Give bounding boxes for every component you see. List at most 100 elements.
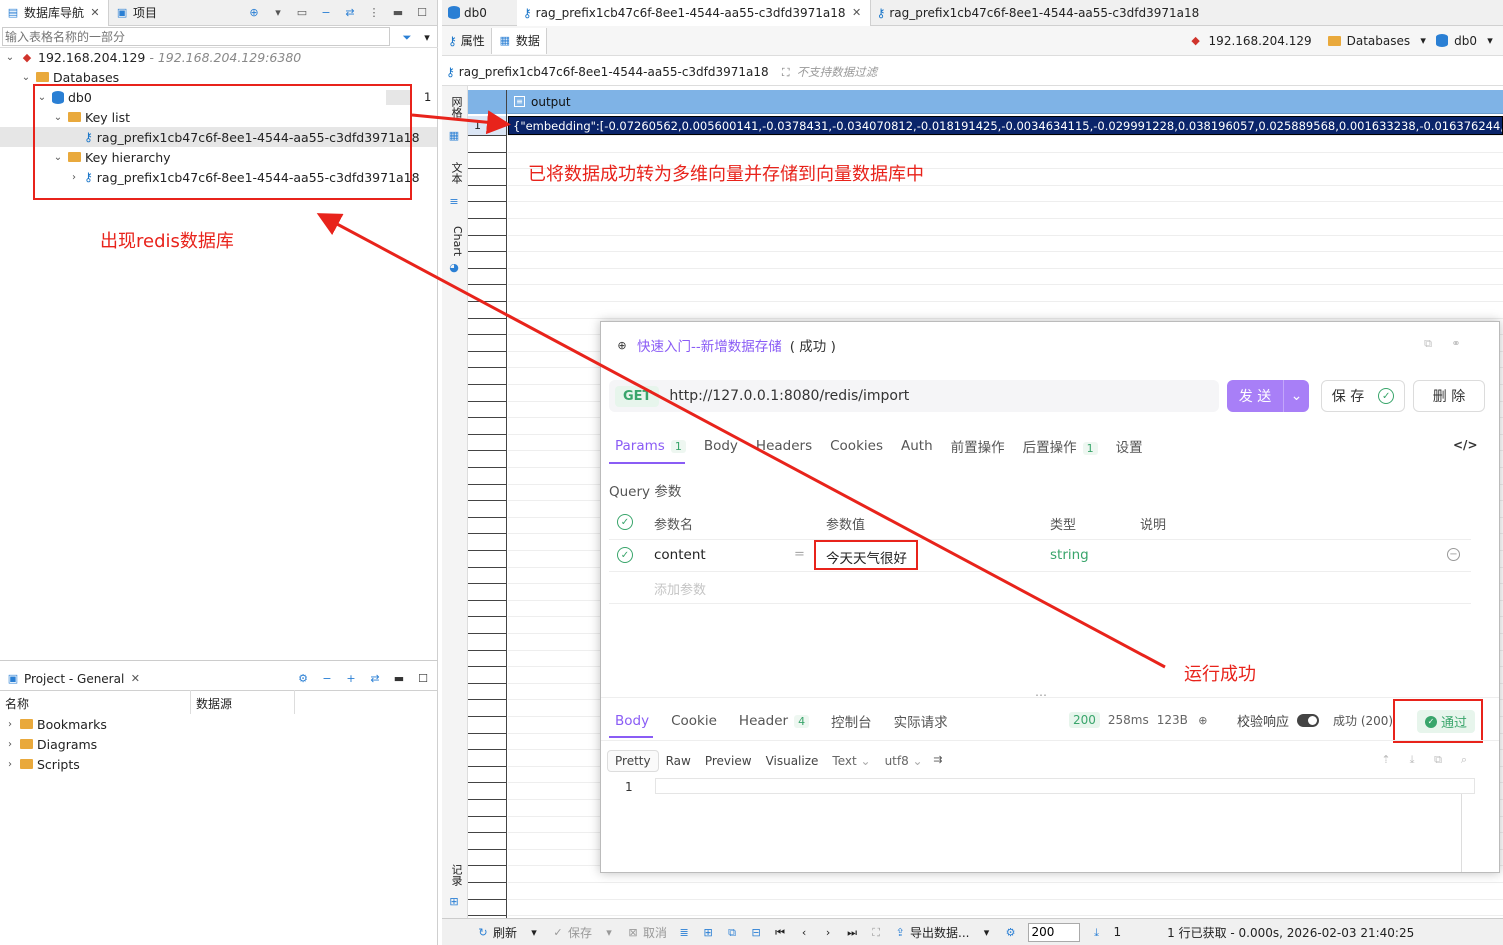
request-tab-3[interactable]: Cookies — [830, 438, 883, 454]
row-number[interactable]: 1 — [468, 116, 508, 135]
dropdown-icon[interactable]: ▾ — [980, 925, 994, 939]
validate-toggle[interactable] — [1297, 714, 1320, 727]
edit-row-icon[interactable]: ≣ — [677, 925, 691, 939]
chevron-down-icon[interactable]: ⌄ — [4, 52, 16, 63]
link-icon[interactable]: ⇄ — [343, 6, 357, 20]
project-item-bookmarks[interactable]: › Bookmarks — [4, 714, 107, 734]
response-tab-3[interactable]: 控制台 — [831, 711, 872, 731]
format-tab-5[interactable]: utf8 ⌄ — [878, 751, 930, 771]
format-tab-1[interactable]: Raw — [659, 751, 698, 771]
format-tab-0[interactable]: Pretty — [607, 750, 659, 772]
request-tab-5[interactable]: 前置操作 — [951, 436, 1005, 456]
request-tab-0[interactable]: Params 1 — [615, 438, 686, 454]
delete-button[interactable]: 删 除 — [1413, 380, 1485, 412]
maximize-icon[interactable]: ☐ — [415, 6, 429, 20]
request-tab-1[interactable]: Body — [704, 438, 738, 454]
save-button[interactable]: ✓ 保存 — [551, 924, 592, 941]
export-data-button[interactable]: ⇪ 导出数据... — [893, 924, 969, 941]
remove-param-icon[interactable]: − — [1447, 548, 1460, 561]
upload-icon[interactable]: ⇡ — [1379, 752, 1393, 766]
side-tab-grid[interactable]: 网格 — [446, 96, 464, 118]
search-icon[interactable]: ⌕ — [1457, 752, 1471, 766]
tab-project[interactable]: ▣ 项目 — [109, 0, 163, 26]
gear-icon[interactable]: ⚙ — [1004, 925, 1018, 939]
copy-icon[interactable]: ⧉ — [1431, 752, 1445, 766]
subtab-data[interactable]: ▦ 数据 — [490, 27, 547, 54]
url-input[interactable] — [669, 388, 1190, 404]
project-item-scripts[interactable]: › Scripts — [4, 754, 80, 774]
chevron-down-icon[interactable]: ⌄ — [1283, 380, 1309, 412]
tab-key-2[interactable]: ⚷ rag_prefix1cb47c6f-8ee1-4544-aa55-c3df… — [871, 0, 1206, 26]
first-page-icon[interactable]: ⏮ — [773, 925, 787, 939]
chevron-right-icon[interactable]: › — [4, 719, 16, 730]
new-connection-icon[interactable]: ⊕ — [247, 6, 261, 20]
prev-page-icon[interactable]: ‹ — [797, 925, 811, 939]
link-icon[interactable]: ⇄ — [368, 671, 382, 685]
request-tab-4[interactable]: Auth — [901, 438, 933, 454]
response-tab-2[interactable]: Header 4 — [739, 713, 810, 729]
globe-icon[interactable]: ⊕ — [1196, 713, 1210, 727]
menu-dots-icon[interactable]: ⋮ — [367, 6, 381, 20]
dropdown-icon[interactable]: ▾ — [602, 925, 616, 939]
dropdown-icon[interactable]: ▾ — [1483, 34, 1497, 48]
tab-db0[interactable]: db0 — [442, 0, 493, 26]
add-row-icon[interactable]: ⊞ — [701, 925, 715, 939]
chevron-right-icon[interactable]: › — [4, 759, 16, 770]
window-icon[interactable]: ▭ — [295, 6, 309, 20]
download-icon[interactable]: ⤓ — [1405, 752, 1419, 766]
tab-database-navigator[interactable]: ▤ 数据库导航 ✕ — [0, 0, 110, 26]
project-item-diagrams[interactable]: › Diagrams — [4, 734, 97, 754]
grid-cell-output[interactable]: {"embedding":[-0.07260562,0.005600141,-0… — [508, 116, 1503, 135]
next-page-icon[interactable]: › — [821, 925, 835, 939]
last-page-icon[interactable]: ⏭ — [845, 925, 859, 939]
share-icon[interactable]: ⚭ — [1449, 336, 1463, 350]
fetch-all-icon[interactable]: ⛶ — [869, 925, 883, 939]
request-tab-2[interactable]: Headers — [756, 438, 812, 454]
gear-icon[interactable]: ⚙ — [296, 671, 310, 685]
response-body-editor[interactable] — [655, 778, 1475, 794]
request-tab-6[interactable]: 后置操作 1 — [1023, 436, 1098, 456]
request-tab-7[interactable]: 设置 — [1116, 436, 1143, 456]
refresh-button[interactable]: ↻ 刷新 — [476, 924, 517, 941]
code-icon[interactable]: </> — [1453, 438, 1478, 452]
response-tab-4[interactable]: 实际请求 — [894, 711, 948, 731]
response-tab-0[interactable]: Body — [615, 713, 649, 729]
add-icon[interactable]: + — [344, 671, 358, 685]
close-icon[interactable]: ✕ — [850, 6, 864, 20]
copy-icon[interactable]: ⧉ — [1421, 336, 1435, 350]
collapse-icon[interactable]: − — [320, 671, 334, 685]
minimize-icon[interactable]: ▬ — [392, 671, 406, 685]
tree-connection[interactable]: ⌄ ◆ 192.168.204.129 - 192.168.204.129:63… — [4, 47, 301, 67]
param-enabled-checkbox[interactable]: ✓ — [617, 547, 633, 563]
save-button[interactable]: 保 存 ✓ — [1321, 380, 1405, 412]
expand-icon[interactable]: ⛶ — [779, 65, 793, 79]
close-icon[interactable]: ✕ — [128, 672, 142, 686]
response-tab-1[interactable]: Cookie — [671, 713, 717, 729]
format-tab-3[interactable]: Visualize — [759, 751, 826, 771]
side-tab-record[interactable]: 记录 — [446, 864, 464, 886]
select-all-checkbox[interactable]: ✓ — [617, 514, 633, 530]
grid-column-header[interactable]: ≡ output — [508, 90, 1503, 114]
filter-dropdown-icon[interactable]: ▾ — [420, 30, 434, 44]
scrollbar[interactable] — [1461, 794, 1462, 872]
dropdown-icon[interactable]: ▾ — [271, 6, 285, 20]
minimize-icon[interactable]: ▬ — [391, 6, 405, 20]
param-type[interactable]: string — [1050, 547, 1089, 563]
format-tab-2[interactable]: Preview — [698, 751, 759, 771]
filter-icon[interactable]: ⏷ — [400, 30, 414, 44]
maximize-icon[interactable]: ☐ — [416, 671, 430, 685]
param-name[interactable]: content — [654, 547, 706, 563]
chevron-right-icon[interactable]: › — [4, 739, 16, 750]
collapse-icon[interactable]: − — [319, 6, 333, 20]
format-tab-4[interactable]: Text ⌄ — [825, 751, 877, 771]
delete-row-icon[interactable]: ⊟ — [749, 925, 763, 939]
table-filter-input[interactable] — [2, 27, 390, 46]
side-tab-text[interactable]: 文本 — [446, 162, 464, 184]
side-tab-chart[interactable]: Chart — [446, 226, 464, 256]
add-param-input[interactable]: 添加参数 — [654, 579, 706, 598]
tab-key-active[interactable]: ⚷ rag_prefix1cb47c6f-8ee1-4544-aa55-c3df… — [516, 0, 871, 26]
dropdown-icon[interactable]: ▾ — [527, 925, 541, 939]
cancel-button[interactable]: ⊠ 取消 — [626, 924, 667, 941]
dropdown-icon[interactable]: ▾ — [1416, 34, 1430, 48]
fetch-count-icon[interactable]: ⤓ — [1090, 925, 1104, 939]
